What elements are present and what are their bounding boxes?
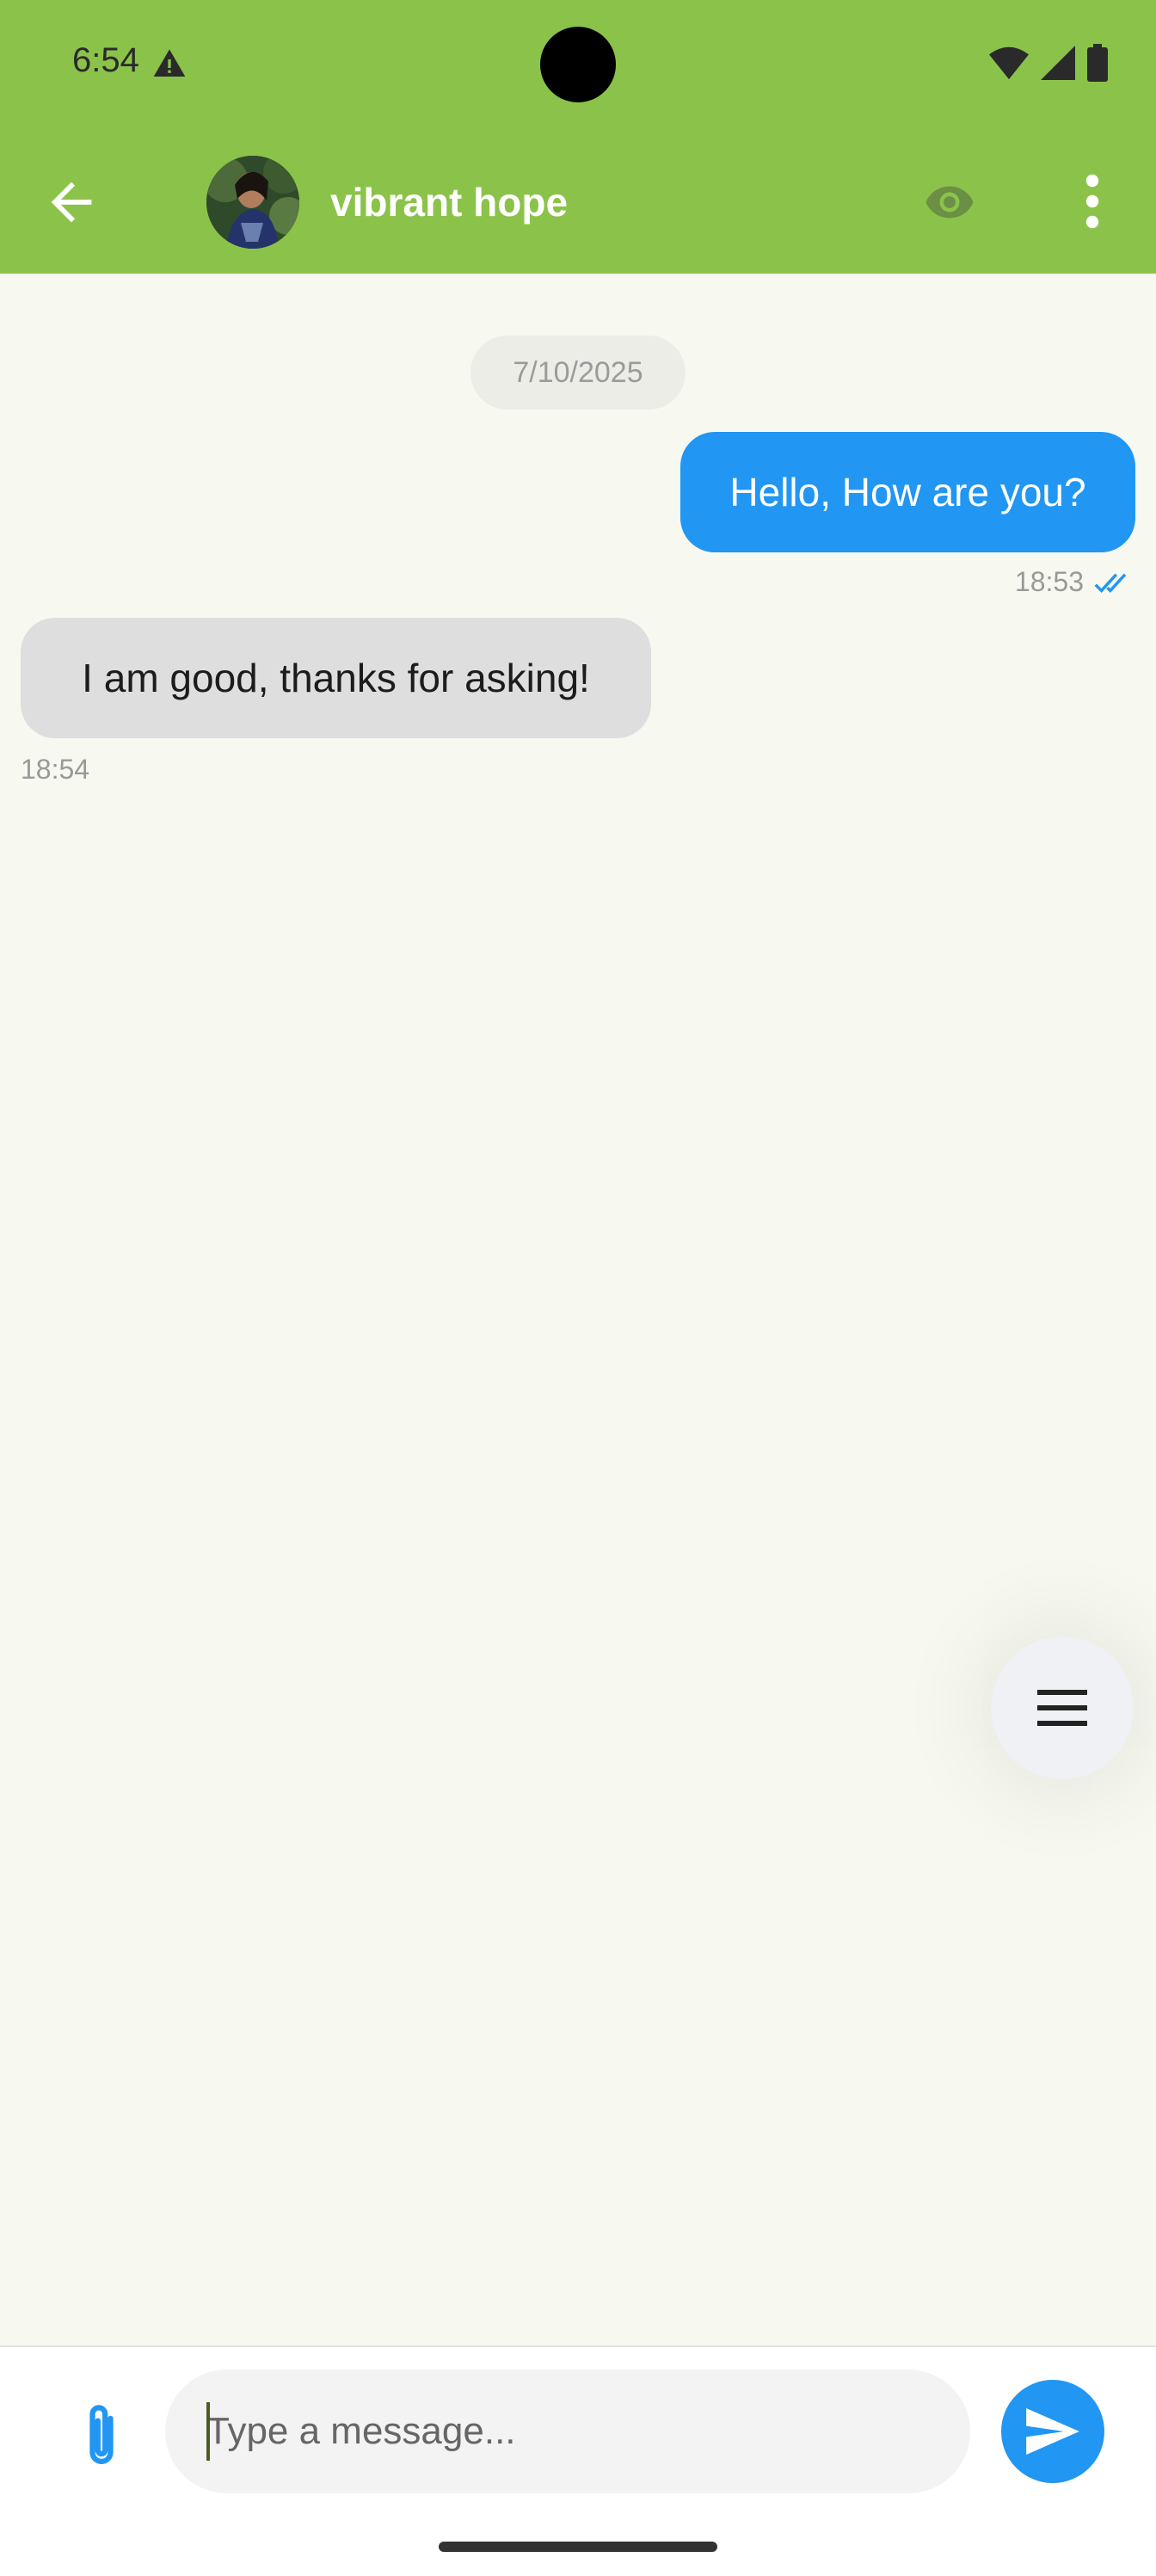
app-bar: vibrant hope <box>0 129 1156 274</box>
message-list[interactable]: 7/10/2025 Hello, How are you? 18:53 I am… <box>0 274 1156 2345</box>
double-check-icon <box>1094 573 1127 594</box>
back-arrow-icon[interactable] <box>41 172 101 232</box>
warning-icon <box>153 49 186 77</box>
eye-icon[interactable] <box>925 182 974 222</box>
menu-icon <box>1037 1690 1087 1726</box>
chat-screen: 6:54 vibrant hope 7/10/2025 Hello, How a… <box>0 0 1156 2576</box>
incoming-message-bubble[interactable]: I am good, thanks for asking! <box>21 618 651 738</box>
signal-icon <box>1041 46 1075 80</box>
contact-name[interactable]: vibrant hope <box>330 179 568 225</box>
send-button[interactable] <box>1001 2380 1104 2483</box>
outgoing-message-bubble[interactable]: Hello, How are you? <box>680 432 1135 552</box>
attach-icon[interactable] <box>74 2400 129 2473</box>
send-icon <box>1026 2408 1079 2455</box>
home-indicator[interactable] <box>439 2542 717 2552</box>
more-vert-icon[interactable] <box>1075 174 1110 229</box>
menu-fab[interactable] <box>991 1636 1134 1779</box>
outgoing-message-time: 18:53 <box>1014 566 1084 597</box>
avatar-photo <box>206 156 299 249</box>
camera-cutout <box>540 27 616 102</box>
status-icons <box>989 43 1108 83</box>
date-chip: 7/10/2025 <box>470 336 686 410</box>
wifi-icon <box>989 46 1029 80</box>
composer-bar <box>0 2345 1156 2576</box>
message-input[interactable] <box>165 2370 970 2493</box>
status-time: 6:54 <box>72 41 139 79</box>
incoming-message-time: 18:54 <box>21 754 90 785</box>
text-caret <box>206 2402 210 2461</box>
avatar[interactable] <box>206 156 299 249</box>
status-bar: 6:54 <box>0 0 1156 129</box>
battery-icon <box>1087 44 1108 82</box>
